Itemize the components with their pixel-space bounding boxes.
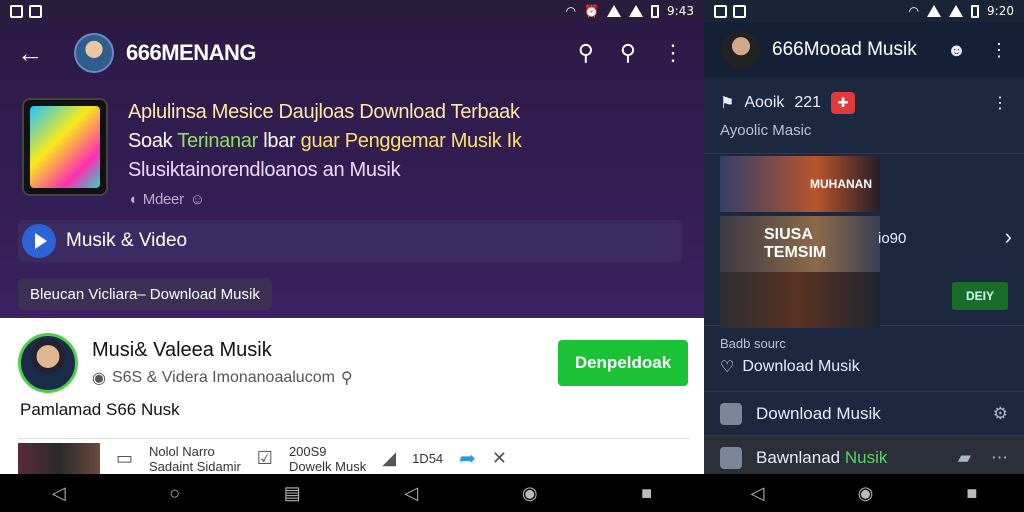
category-bar[interactable]: Musik & Video <box>18 220 682 262</box>
more-horiz-icon[interactable]: ⋯ <box>991 448 1008 468</box>
thumbnail-2[interactable]: SIUSA TEMSIM <box>720 216 880 272</box>
count-value: 1D54 <box>412 451 444 466</box>
signal-icon-2 <box>949 5 964 17</box>
source-label: Badb sourc <box>720 336 786 351</box>
hero-line-1: Aplulinsa Mesice Daujloas Download Terba… <box>128 101 520 123</box>
notification-icon <box>29 4 42 18</box>
profile-sub: ◉ S6S & Videra Imonanoaalucom ⚲ <box>92 368 353 388</box>
right-app-bar: 666Mooad Musik ☻ ⋮ <box>704 22 1024 78</box>
search-icon[interactable]: ⚲ <box>341 368 353 388</box>
right-card: ⚑ Aooik 221 ✚ ⋮ Ayoolic Masic <box>704 78 1024 154</box>
profile-icon[interactable]: ☻ <box>947 40 966 61</box>
share-icon[interactable]: ➦ <box>459 446 476 471</box>
more-vert-icon[interactable]: ⋮ <box>992 93 1008 113</box>
back-arrow-icon[interactable]: ← <box>0 38 60 69</box>
nav-home-icon-2[interactable]: ◉ <box>522 483 538 504</box>
heart-icon: ♡ <box>720 359 735 376</box>
channel-header: ← 666MENANG ⚲ ⚲ ⋮ Aplulinsa Mesice Daujl… <box>0 22 704 318</box>
nav-home-icon[interactable]: ◉ <box>858 483 874 504</box>
green-action-button[interactable]: DEIY <box>952 282 1008 310</box>
battery-icon <box>651 4 660 18</box>
video-thumbnail[interactable] <box>18 442 100 475</box>
download-chip[interactable]: Bleucan Vicliara– Download Musik <box>18 278 272 310</box>
alarm-icon: ⏰ <box>584 4 600 18</box>
nav-back-icon[interactable]: ◁ <box>751 483 765 504</box>
settings-icon[interactable]: ⚙ <box>993 404 1008 424</box>
profile-avatar[interactable] <box>18 333 78 393</box>
right-title: 666Mooad Musik <box>772 39 917 60</box>
wifi-icon: ◠ <box>565 4 577 18</box>
screen: ◠ ⏰ 9:43 ◠ 9:20 ← 666MENANG ⚲ ⚲ ⋮ Apluli… <box>0 0 1024 512</box>
more-vert-icon[interactable]: ⋮ <box>990 40 1008 61</box>
nav-bar-right: ◁ ◉ ■ <box>704 474 1024 512</box>
profile-row: Musi& Valeea Musik ◉ S6S & Videra Imonan… <box>18 328 688 398</box>
video-row: ▭ Nolol Narro Sadaint Sidamir ☑ 200S9 Do… <box>18 438 690 475</box>
app-hero: Aplulinsa Mesice Daujloas Download Terba… <box>22 98 682 228</box>
chevron-right-icon[interactable]: › <box>1005 224 1012 250</box>
right-avatar[interactable] <box>722 31 760 69</box>
thumb-side-label: io90 <box>878 230 907 247</box>
card-title: Aooik <box>744 94 785 111</box>
chat-icon[interactable]: ▰ <box>958 448 971 468</box>
nav-bar-left: ◁ ○ ▤ ◁ ◉ ■ <box>0 474 704 512</box>
signal-icon <box>607 5 622 17</box>
channel-title: 666MENANG <box>126 40 256 65</box>
play-icon <box>22 224 56 258</box>
list-item-download[interactable]: Download Musik ⚙ <box>704 392 1024 436</box>
status-bar-left: ◠ ⏰ 9:43 <box>0 0 704 22</box>
mic-icon: ◖ <box>128 191 137 208</box>
more-vert-icon[interactable]: ⋮ <box>662 40 684 66</box>
nav-recents-icon-2[interactable]: ■ <box>641 483 652 504</box>
wifi-icon: ◠ <box>908 4 920 18</box>
nav-recents-icon[interactable]: ▤ <box>284 483 301 504</box>
right-phone-screen: 666Mooad Musik ☻ ⋮ ⚑ Aooik 221 ✚ ⋮ Ayool… <box>704 22 1024 480</box>
nav-home-icon[interactable]: ○ <box>169 483 180 504</box>
download-button[interactable]: Denpeldoak <box>558 340 688 386</box>
flag-icon: ⚑ <box>720 95 735 112</box>
nav-back-icon-2[interactable]: ◁ <box>404 483 418 504</box>
location-icon: ◉ <box>92 369 106 387</box>
download-link[interactable]: ♡ Download Musik <box>704 351 1024 392</box>
hero-meta: ◖ Mdeer ☺ <box>128 185 522 214</box>
signal-icon <box>927 5 942 17</box>
signal-icon-2 <box>629 5 644 17</box>
item2-sub: Dowelk Musk <box>288 458 367 474</box>
category-label: Musik & Video <box>66 230 188 251</box>
gallery-icon <box>714 4 727 18</box>
thumbnail-list: MUHANAN SIUSA TEMSIM io90 › DEIY <box>704 154 1024 328</box>
app-icon[interactable] <box>22 98 108 196</box>
section-title: Pamlamad S66 Nusk <box>20 400 180 419</box>
notification-icon <box>733 4 746 18</box>
status-time: 9:20 <box>987 4 1014 18</box>
search-icon[interactable]: ⚲ <box>578 40 594 66</box>
item2-title: 200S9 <box>288 443 327 459</box>
profile-name: Musi& Valeea Musik <box>92 338 272 361</box>
check-icon[interactable]: ☑ <box>257 448 273 469</box>
gallery-icon <box>10 4 23 18</box>
left-phone-screen: ← 666MENANG ⚲ ⚲ ⋮ Aplulinsa Mesice Daujl… <box>0 22 704 475</box>
thumbnail-1[interactable]: MUHANAN <box>720 156 880 212</box>
red-badge-icon[interactable]: ✚ <box>831 92 856 114</box>
channel-avatar[interactable] <box>74 33 114 73</box>
chat-icon[interactable]: ▭ <box>116 448 133 469</box>
app-square-icon <box>720 446 742 469</box>
hero-line-3: Slusiktainorendloanos an Musik <box>128 159 401 181</box>
search-icon-2[interactable]: ⚲ <box>620 40 636 66</box>
item1-title: Nolol Narro <box>149 443 215 459</box>
nav-recents-icon[interactable]: ■ <box>967 483 978 504</box>
hero-line-2: Soak Terinanar lbar guar Penggemar Musik… <box>128 130 522 152</box>
comment-icon[interactable]: ◢ <box>382 448 396 469</box>
item1-sub: Sadaint Sidamir <box>149 458 241 474</box>
battery-icon <box>971 4 980 18</box>
thumbnail-3[interactable] <box>720 272 880 328</box>
top-app-bar: ← 666MENANG ⚲ ⚲ ⋮ <box>0 22 704 84</box>
emoji-icon: ☺ <box>189 191 205 208</box>
card-sub: Ayoolic Masic <box>720 122 812 139</box>
app-square-icon <box>720 402 742 425</box>
nav-back-icon[interactable]: ◁ <box>52 483 66 504</box>
status-bar-right: ◠ 9:20 <box>704 0 1024 22</box>
card-num: 221 <box>794 94 822 111</box>
status-time: 9:43 <box>667 4 694 18</box>
close-icon[interactable]: ✕ <box>492 448 507 469</box>
